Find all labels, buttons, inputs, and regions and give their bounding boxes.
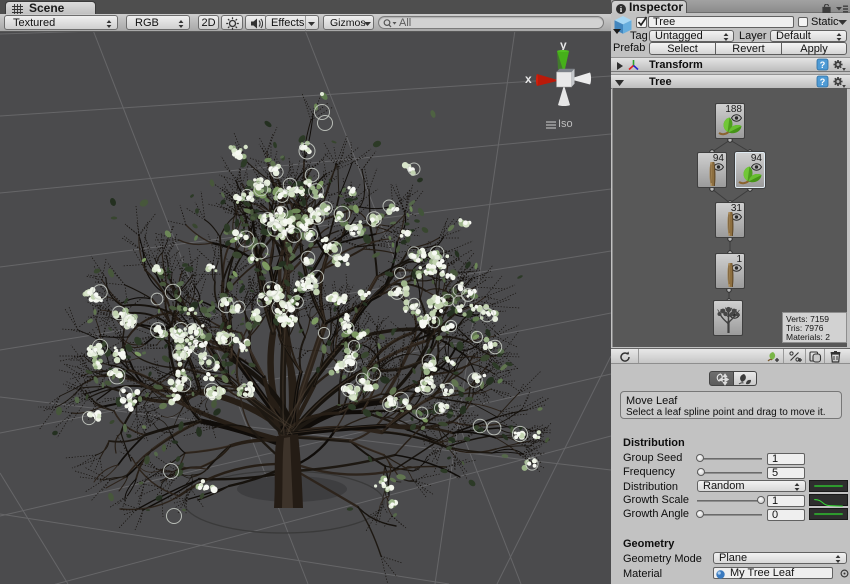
svg-text:?: ?: [820, 60, 826, 70]
svg-text:?: ?: [820, 77, 826, 87]
svg-text:y: y: [560, 38, 567, 52]
svg-text:x: x: [525, 72, 532, 86]
